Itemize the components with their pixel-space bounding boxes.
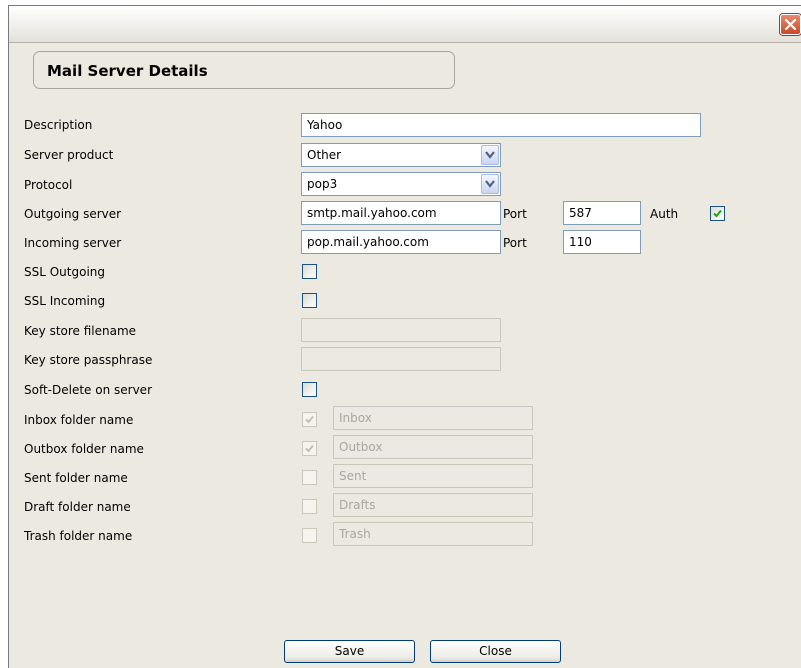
incoming-port-label: Port xyxy=(503,236,527,250)
soft-delete-label: Soft-Delete on server xyxy=(24,383,152,397)
incoming-server-input[interactable] xyxy=(301,230,501,254)
outgoing-server-label: Outgoing server xyxy=(24,207,122,221)
checkmark-icon xyxy=(713,209,722,218)
server-product-value: Other xyxy=(307,148,342,162)
ssl-incoming-label: SSL Incoming xyxy=(24,294,106,308)
section-title: Mail Server Details xyxy=(47,62,208,80)
sent-folder-checkbox xyxy=(302,470,317,485)
save-button[interactable]: Save xyxy=(284,640,415,663)
dropdown-button[interactable] xyxy=(481,174,499,194)
close-button[interactable]: Close xyxy=(430,640,561,663)
trash-folder-label: Trash folder name xyxy=(24,529,133,543)
key-store-passphrase-input xyxy=(301,347,501,371)
description-input[interactable] xyxy=(301,113,701,137)
ssl-outgoing-checkbox[interactable] xyxy=(302,264,317,279)
outbox-folder-checkbox xyxy=(302,441,317,456)
key-store-filename-input xyxy=(301,318,501,342)
checkmark-icon xyxy=(305,444,314,453)
chevron-down-icon xyxy=(485,151,495,159)
outbox-folder-label: Outbox folder name xyxy=(24,442,144,456)
outbox-folder-input xyxy=(333,435,533,459)
section-header-panel: Mail Server Details xyxy=(33,51,455,89)
protocol-select[interactable]: pop3 xyxy=(301,172,501,196)
sent-folder-input xyxy=(333,464,533,488)
server-product-label: Server product xyxy=(24,148,114,162)
ssl-outgoing-label: SSL Outgoing xyxy=(24,265,106,279)
outgoing-server-input[interactable] xyxy=(301,201,501,225)
inbox-folder-input xyxy=(333,406,533,430)
draft-folder-label: Draft folder name xyxy=(24,500,131,514)
inbox-folder-checkbox xyxy=(302,412,317,427)
server-product-select[interactable]: Other xyxy=(301,143,501,167)
outgoing-port-label: Port xyxy=(503,207,527,221)
description-label: Description xyxy=(24,118,93,132)
incoming-port-input[interactable] xyxy=(563,230,641,254)
draft-folder-checkbox xyxy=(302,499,317,514)
checkmark-icon xyxy=(305,415,314,424)
incoming-server-label: Incoming server xyxy=(24,236,122,250)
key-store-filename-label: Key store filename xyxy=(24,324,137,338)
trash-folder-checkbox xyxy=(302,528,317,543)
ssl-incoming-checkbox[interactable] xyxy=(302,293,317,308)
outgoing-port-input[interactable] xyxy=(563,201,641,225)
draft-folder-input xyxy=(333,493,533,517)
soft-delete-checkbox[interactable] xyxy=(302,382,317,397)
trash-folder-input xyxy=(333,522,533,546)
close-icon xyxy=(784,18,797,31)
inbox-folder-label: Inbox folder name xyxy=(24,413,134,427)
dropdown-button[interactable] xyxy=(481,145,499,165)
auth-label: Auth xyxy=(650,207,679,221)
close-window-button[interactable] xyxy=(780,14,801,35)
chevron-down-icon xyxy=(485,180,495,188)
sent-folder-label: Sent folder name xyxy=(24,471,128,485)
protocol-label: Protocol xyxy=(24,178,73,192)
auth-checkbox[interactable] xyxy=(710,206,725,221)
key-store-passphrase-label: Key store passphrase xyxy=(24,353,153,367)
title-bar xyxy=(9,6,801,43)
protocol-value: pop3 xyxy=(307,177,338,191)
